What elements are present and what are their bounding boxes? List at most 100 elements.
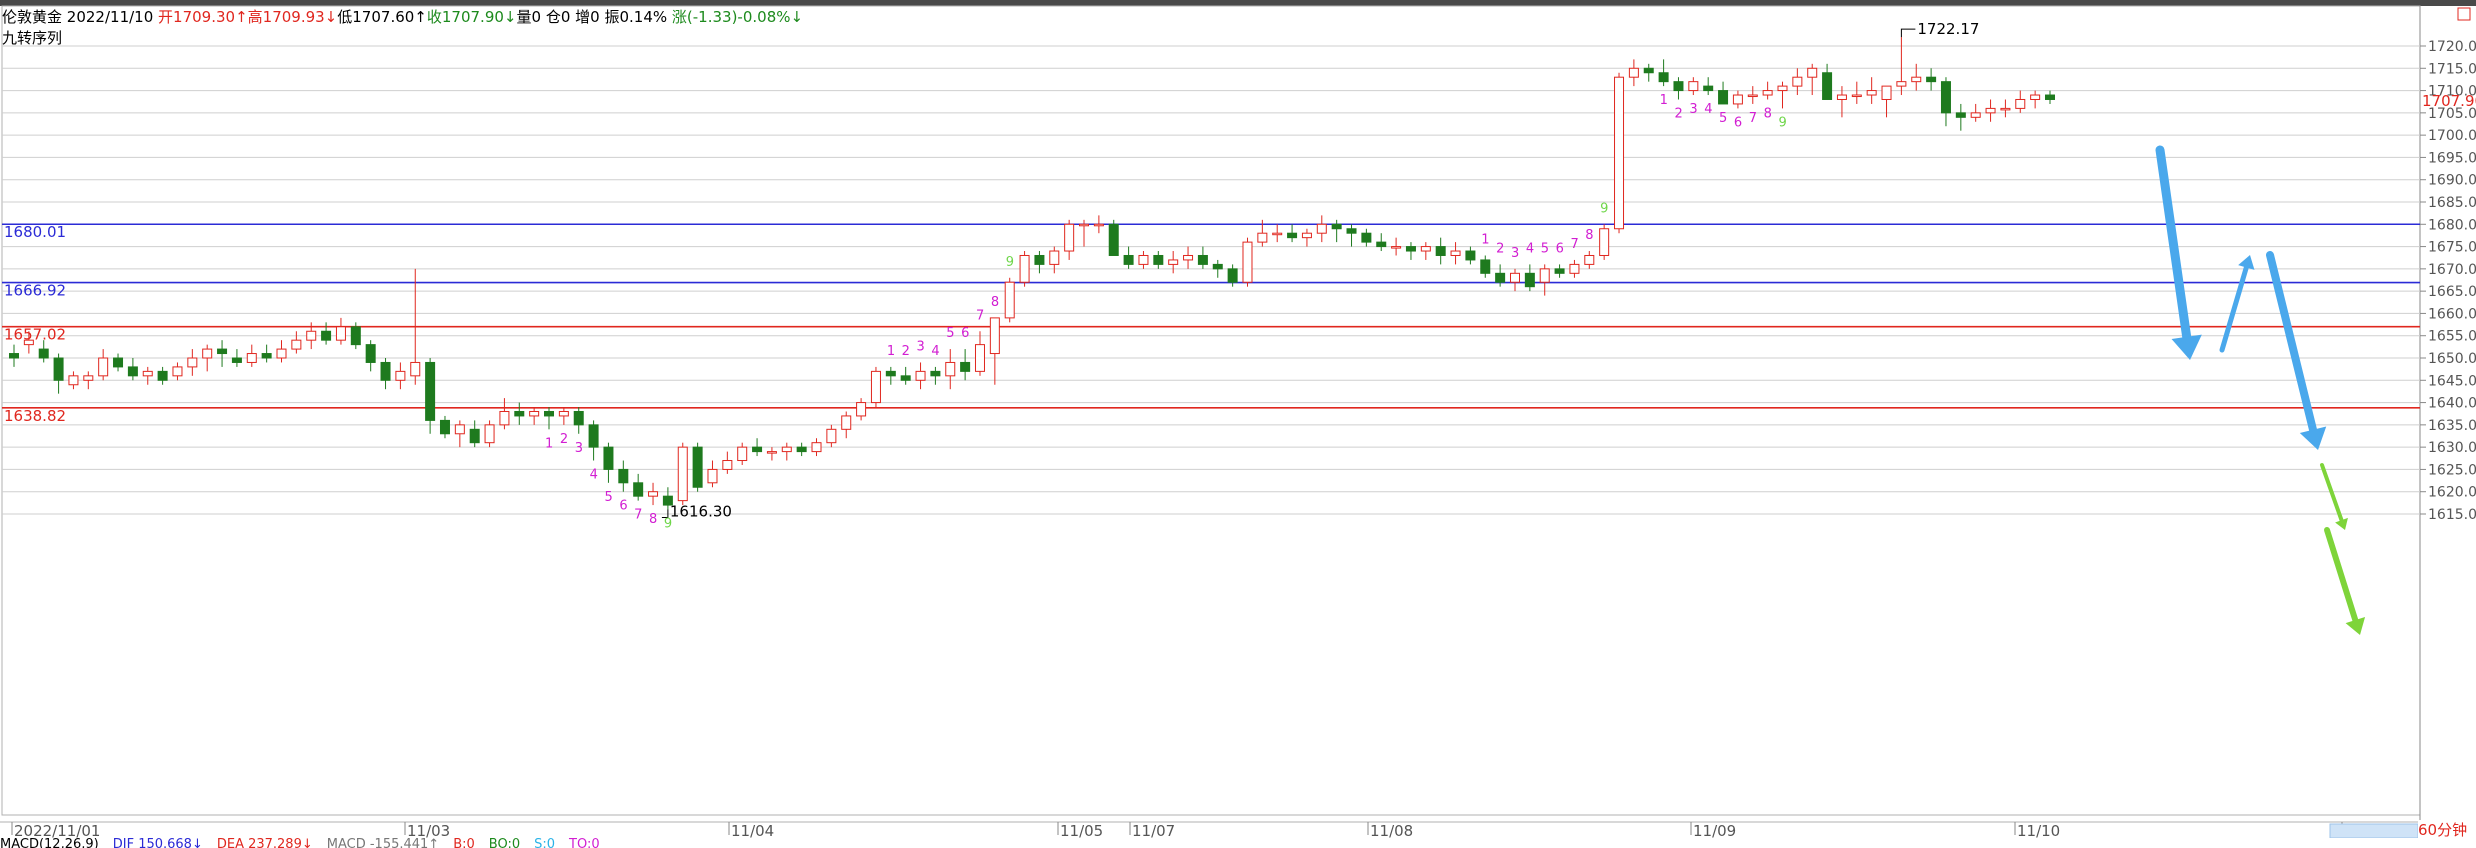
close-price: 收1707.90↓ (426, 8, 517, 26)
td-up-number: 4 (931, 344, 939, 359)
candle-body (573, 410, 584, 426)
candle (1718, 81, 1729, 105)
td-down-number: 6 (619, 499, 627, 514)
candle (915, 362, 926, 390)
macd-name: MACD(12,26,9) (0, 838, 99, 848)
price-tick-label: 1620.00 (2428, 485, 2476, 501)
candle-body (1316, 223, 1327, 234)
candle (1183, 246, 1194, 269)
candle (276, 340, 287, 363)
macd-dif: DIF 150.668↓ (112, 838, 203, 848)
candle-body (172, 366, 183, 377)
candle (1762, 81, 1773, 100)
candle-body (514, 410, 525, 417)
quote-info-line: 伦敦黄金 2022/11/10 开1709.30↑高1709.93↓低1707.… (2, 8, 803, 26)
td-up-number: 3 (917, 339, 925, 354)
price-tick-label: 1680.00 (2428, 217, 2476, 233)
candle-body (1108, 223, 1119, 256)
candle-body (529, 410, 540, 417)
candle-body (856, 402, 867, 417)
candle-body (1212, 263, 1223, 270)
candle-body (1450, 250, 1461, 256)
candle (321, 322, 332, 345)
candle (1301, 228, 1312, 247)
candle (425, 358, 436, 434)
candle (1584, 251, 1595, 269)
td-up-number: 5 (1541, 241, 1549, 256)
price-chart[interactable]: 1720.001715.001710.001705.001700.001695.… (0, 0, 2476, 848)
td-up-number: 6 (961, 326, 969, 341)
candle (1940, 77, 1951, 127)
candle-body (1242, 241, 1253, 283)
candle-body (722, 460, 733, 470)
candle-body (1970, 112, 1981, 118)
high-marker (1900, 28, 1916, 38)
td-up-number: 4 (1526, 241, 1534, 256)
corner-box-icon (2457, 7, 2471, 21)
td-down-number: 1 (1660, 93, 1668, 108)
candle (514, 402, 525, 425)
candle (350, 322, 361, 350)
candle-body (1643, 67, 1654, 74)
candle-body (1985, 107, 1996, 114)
candle (1168, 251, 1179, 274)
candle (1346, 224, 1357, 247)
candle-body (1272, 232, 1283, 236)
candle (692, 442, 703, 492)
candle (484, 420, 495, 448)
candle-body (1673, 81, 1684, 92)
level-label: 1666.92 (4, 282, 66, 300)
td-down-number: 8 (649, 512, 657, 527)
candle (187, 349, 198, 376)
candle-body (648, 491, 659, 497)
candle-body (38, 348, 49, 359)
candle (781, 442, 792, 461)
candle (2015, 90, 2026, 113)
candle (989, 317, 1000, 385)
candle-body (1034, 254, 1045, 265)
candle-body (1346, 228, 1357, 234)
candle (1628, 59, 1639, 87)
candle-body (781, 446, 792, 453)
period-label[interactable]: 60分钟 (2418, 820, 2476, 840)
candle-body (960, 361, 971, 372)
candle (885, 366, 896, 385)
candle-body (1079, 223, 1090, 227)
candle (2045, 90, 2055, 104)
candle (439, 415, 450, 439)
candle (395, 362, 406, 390)
td-down-number: 8 (1764, 106, 1772, 121)
candle-body (335, 326, 346, 341)
candle-body (633, 482, 644, 497)
candle (113, 353, 124, 372)
candle-body (1703, 85, 1714, 92)
candle (707, 460, 718, 488)
candle-body (1554, 268, 1565, 274)
candle-body (1435, 246, 1446, 256)
candle-body (1628, 67, 1639, 78)
candle (752, 438, 763, 457)
candle-body (1569, 263, 1580, 274)
candle-body (915, 370, 926, 381)
candle (1599, 224, 1610, 260)
td-up-number: 1 (1481, 232, 1489, 247)
candle (588, 420, 599, 461)
macd-info-strip: MACD(12,26,9) DIF 150.668↓ DEA 237.289↓ MAC… (0, 838, 2476, 848)
candle-body (157, 370, 168, 381)
candle-body (1331, 223, 1342, 230)
candle-body (1123, 254, 1134, 265)
candle-body (1688, 81, 1699, 92)
candle-body (885, 370, 896, 377)
td-up-number: 7 (1570, 237, 1578, 252)
candle-body (68, 375, 79, 386)
candle-body (350, 326, 361, 346)
candle (1376, 233, 1387, 252)
td-up-number: 3 (1511, 246, 1519, 261)
candle-body (231, 357, 242, 363)
candle-body (2015, 98, 2026, 109)
down-arrow-icon (2320, 463, 2348, 530)
macd-bo: BO:0 (488, 838, 521, 848)
td-up-number: 1 (887, 344, 895, 359)
candle (1123, 246, 1134, 269)
candle-body (1599, 228, 1610, 256)
